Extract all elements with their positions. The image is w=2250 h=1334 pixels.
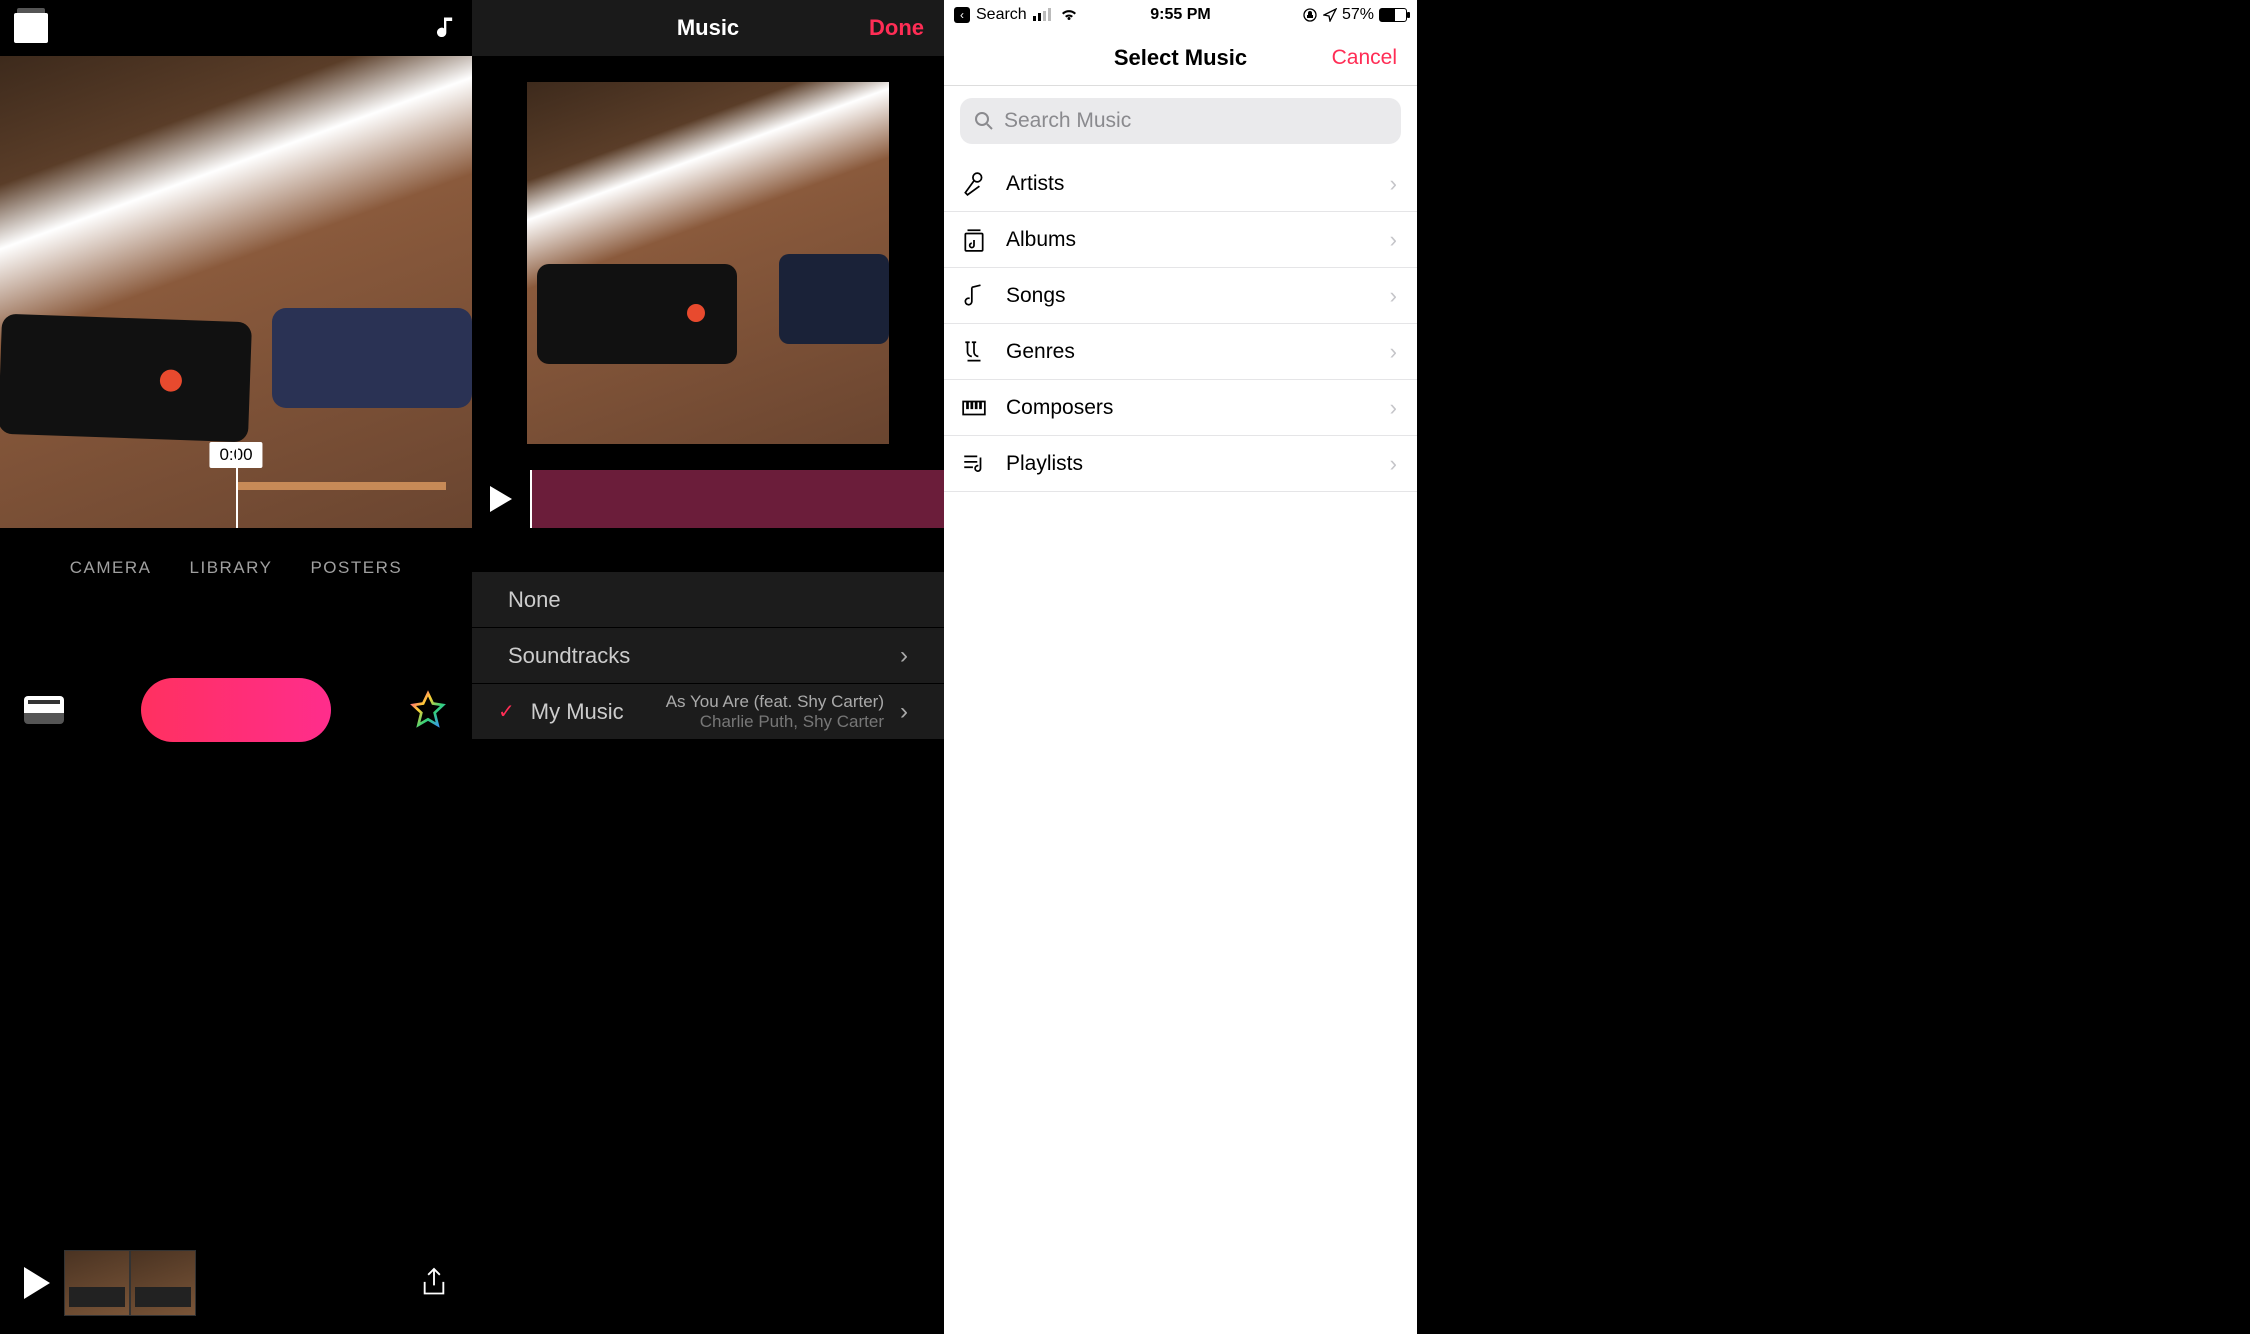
- location-icon: [1323, 8, 1337, 22]
- share-icon[interactable]: [420, 1266, 448, 1300]
- cancel-button[interactable]: Cancel: [1332, 46, 1397, 70]
- category-label: Artists: [1006, 172, 1064, 196]
- option-label: Soundtracks: [508, 643, 630, 669]
- category-genres[interactable]: Genres ›: [944, 324, 1417, 380]
- video-preview[interactable]: 0:00: [0, 56, 472, 528]
- category-label: Composers: [1006, 396, 1113, 420]
- piano-icon: [960, 394, 988, 422]
- thumbnail[interactable]: [130, 1250, 196, 1316]
- preview-content: [0, 314, 252, 443]
- audio-waveform[interactable]: [530, 470, 944, 528]
- chevron-right-icon: ›: [900, 642, 908, 670]
- clip-thumbnails[interactable]: [64, 1250, 196, 1316]
- music-option-my-music[interactable]: ✓ My Music As You Are (feat. Shy Carter)…: [472, 684, 944, 740]
- playlist-icon: [960, 450, 988, 478]
- source-tabs: CAMERA LIBRARY POSTERS: [0, 528, 472, 608]
- clip-segment[interactable]: [236, 482, 446, 490]
- done-button[interactable]: Done: [869, 15, 924, 41]
- search-input[interactable]: Search Music: [960, 98, 1401, 144]
- play-icon[interactable]: [24, 1267, 50, 1299]
- preview-content: [779, 254, 889, 344]
- preview-content: [272, 308, 472, 408]
- nav-bar: Music Done: [472, 0, 944, 56]
- play-icon[interactable]: [490, 486, 512, 512]
- screen-title: Music: [677, 15, 739, 41]
- playhead[interactable]: [236, 446, 238, 528]
- category-label: Genres: [1006, 340, 1075, 364]
- top-bar: [0, 0, 472, 56]
- chevron-right-icon: ›: [1390, 227, 1397, 253]
- battery-icon: [1379, 8, 1407, 22]
- option-label: My Music: [531, 699, 624, 725]
- category-playlists[interactable]: Playlists ›: [944, 436, 1417, 492]
- captions-icon[interactable]: [24, 696, 64, 724]
- music-option-none[interactable]: None: [472, 572, 944, 628]
- projects-icon[interactable]: [14, 13, 48, 43]
- chevron-right-icon: ›: [1390, 283, 1397, 309]
- thumbnail[interactable]: [64, 1250, 130, 1316]
- chevron-right-icon: ›: [1390, 395, 1397, 421]
- search-placeholder: Search Music: [1004, 109, 1131, 133]
- nav-bar: Select Music Cancel: [944, 30, 1417, 86]
- cell-signal-icon: [1033, 8, 1053, 22]
- tab-library[interactable]: LIBRARY: [190, 558, 273, 578]
- track-artist: Charlie Puth, Shy Carter: [666, 712, 884, 732]
- chevron-right-icon: ›: [1390, 339, 1397, 365]
- screen-title: Select Music: [1114, 45, 1247, 71]
- category-artists[interactable]: Artists ›: [944, 156, 1417, 212]
- chevron-right-icon: ›: [1390, 171, 1397, 197]
- status-bar: ‹ Search 9:55 PM 57%: [944, 0, 1417, 30]
- microphone-icon: [960, 170, 988, 198]
- record-controls: [0, 678, 472, 742]
- record-button[interactable]: [141, 678, 331, 742]
- category-label: Songs: [1006, 284, 1066, 308]
- back-to-app-label[interactable]: Search: [976, 6, 1027, 24]
- music-icon[interactable]: [430, 14, 458, 42]
- orientation-lock-icon: [1302, 7, 1318, 23]
- select-music-screen: ‹ Search 9:55 PM 57% Select Music Cancel…: [944, 0, 1417, 1334]
- album-icon: [960, 226, 988, 254]
- effects-star-icon[interactable]: [408, 690, 448, 730]
- note-icon: [960, 282, 988, 310]
- back-to-app-icon[interactable]: ‹: [954, 7, 970, 23]
- music-picker-screen: Music Done None Soundtracks › ✓ My Music…: [472, 0, 944, 1334]
- clock: 9:55 PM: [1150, 6, 1210, 24]
- wifi-icon: [1059, 8, 1079, 22]
- clips-editor-screen: 0:00 CAMERA LIBRARY POSTERS: [0, 0, 472, 1334]
- track-title: As You Are (feat. Shy Carter): [666, 692, 884, 712]
- category-list: Artists › Albums › Songs › Genres › Comp…: [944, 156, 1417, 492]
- checkmark-icon: ✓: [498, 699, 515, 724]
- category-composers[interactable]: Composers ›: [944, 380, 1417, 436]
- category-songs[interactable]: Songs ›: [944, 268, 1417, 324]
- chevron-right-icon: ›: [900, 698, 908, 726]
- bottom-bar: [0, 1250, 472, 1316]
- battery-percent: 57%: [1342, 6, 1374, 24]
- music-source-list: None Soundtracks › ✓ My Music As You Are…: [472, 572, 944, 740]
- category-label: Playlists: [1006, 452, 1083, 476]
- video-preview[interactable]: [527, 82, 889, 444]
- audio-track: [472, 470, 944, 528]
- category-albums[interactable]: Albums ›: [944, 212, 1417, 268]
- category-label: Albums: [1006, 228, 1076, 252]
- selected-track: As You Are (feat. Shy Carter) Charlie Pu…: [666, 692, 884, 732]
- tab-posters[interactable]: POSTERS: [310, 558, 402, 578]
- tab-camera[interactable]: CAMERA: [70, 558, 152, 578]
- guitar-icon: [960, 338, 988, 366]
- search-icon: [974, 111, 994, 131]
- music-option-soundtracks[interactable]: Soundtracks ›: [472, 628, 944, 684]
- chevron-right-icon: ›: [1390, 451, 1397, 477]
- preview-content: [537, 264, 737, 364]
- option-label: None: [508, 587, 561, 613]
